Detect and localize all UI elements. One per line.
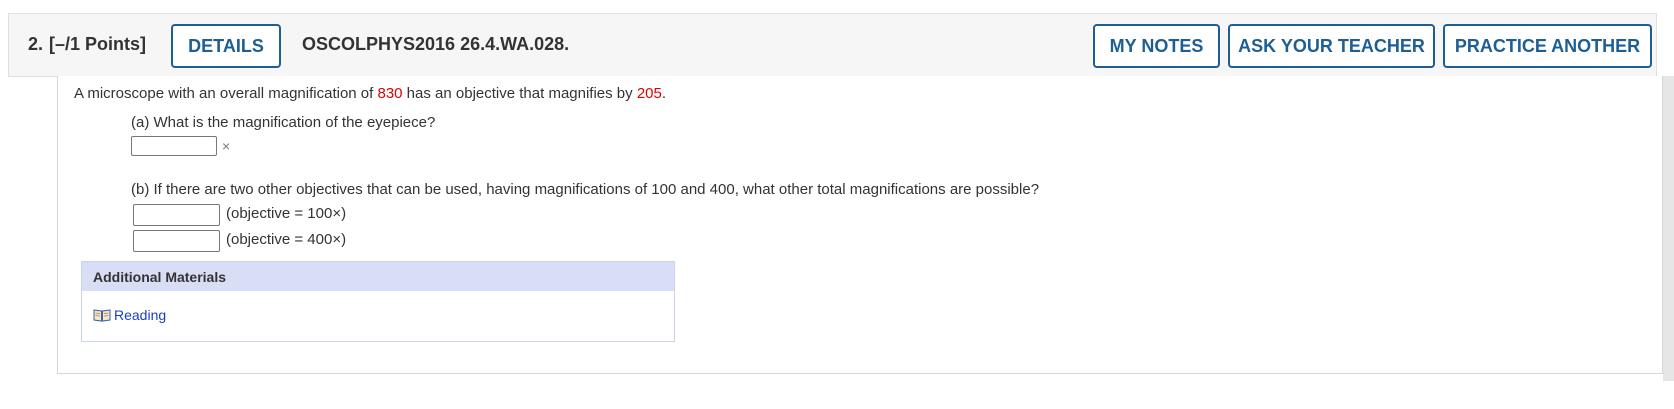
intro-text-start: A microscope with an overall magnificati…: [74, 85, 378, 102]
question-number: 2. [–/1 Points]: [28, 34, 146, 55]
points-label: [–/1 Points]: [49, 34, 147, 54]
part-a-unit: ×: [222, 138, 231, 154]
ask-your-teacher-button[interactable]: ASK YOUR TEACHER: [1228, 24, 1435, 68]
additional-materials-title: Additional Materials: [82, 262, 674, 291]
question-header: 2. [–/1 Points] DETAILS OSCOLPHYS2016 26.…: [8, 13, 1657, 77]
part-b-label-400: (objective = 400×): [226, 231, 347, 248]
part-b-label-100: (objective = 100×): [226, 205, 347, 222]
reading-link-label[interactable]: Reading: [114, 307, 166, 323]
intro-text-middle: has an objective that magnifies by: [402, 85, 637, 102]
right-edge-shade: [1663, 76, 1674, 381]
intro-text-end: .: [661, 85, 667, 102]
problem-statement: A microscope with an overall magnificati…: [74, 85, 666, 102]
book-icon: [93, 309, 111, 322]
part-a-answer-input[interactable]: [131, 136, 217, 156]
part-b-question: (b) If there are two other objectives th…: [131, 181, 1040, 198]
my-notes-button[interactable]: MY NOTES: [1093, 24, 1220, 68]
part-b-answer-input-400[interactable]: [133, 230, 220, 252]
overall-magnification-value: 830: [377, 85, 403, 102]
details-button[interactable]: DETAILS: [171, 24, 281, 68]
part-b-answer-input-100[interactable]: [133, 204, 220, 226]
additional-materials-panel: Additional Materials Reading: [81, 261, 675, 342]
part-a-question: (a) What is the magnification of the eye…: [131, 114, 436, 131]
practice-another-button[interactable]: PRACTICE ANOTHER: [1443, 24, 1652, 68]
question-code: OSCOLPHYS2016 26.4.WA.028.: [302, 34, 570, 54]
reading-link[interactable]: Reading: [93, 307, 166, 323]
objective-magnification-value: 205: [636, 85, 662, 102]
question-number-label: 2.: [28, 34, 44, 54]
